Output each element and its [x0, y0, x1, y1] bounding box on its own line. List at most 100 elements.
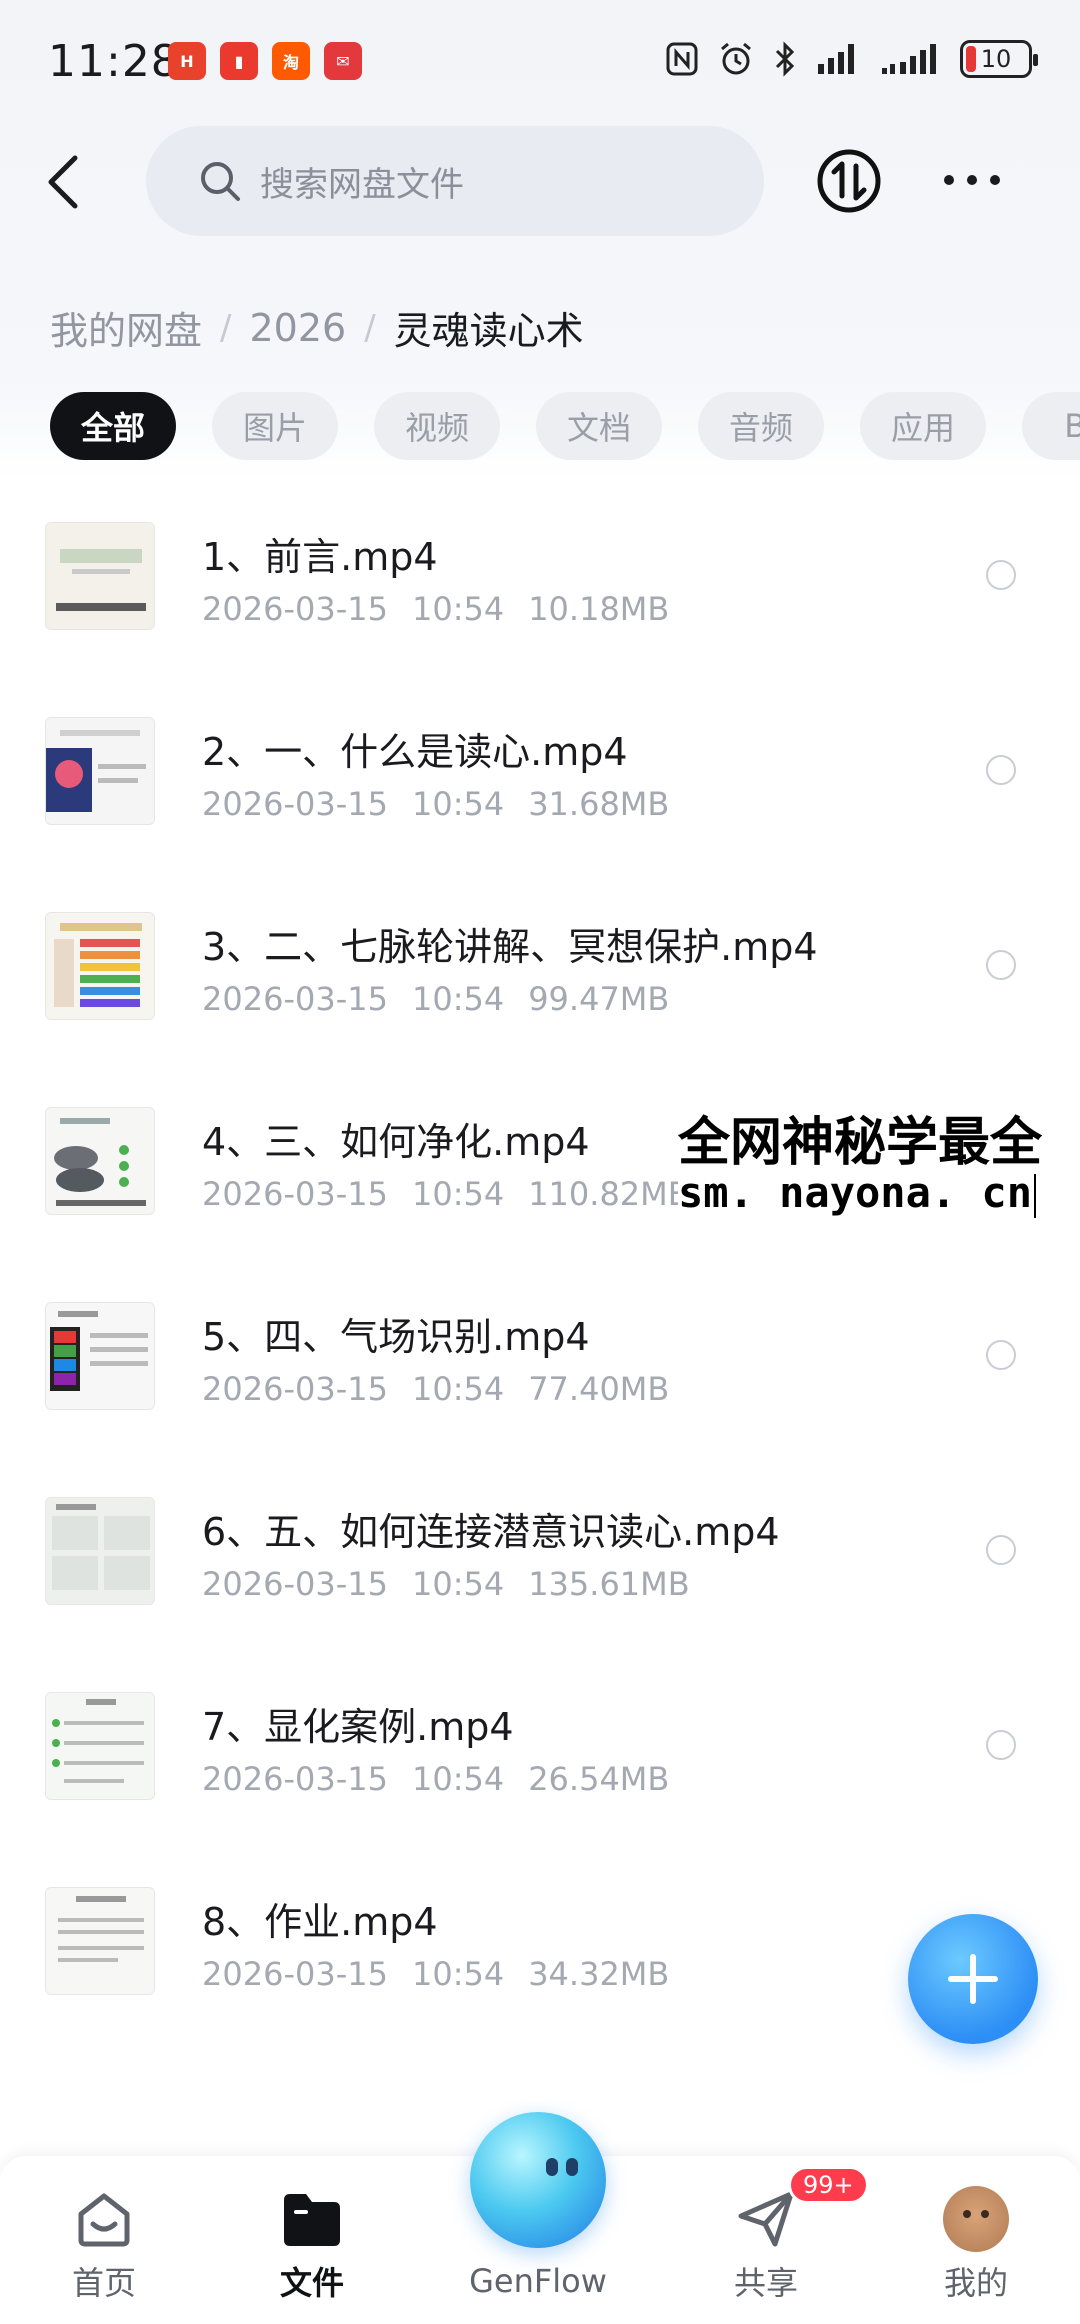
select-checkbox[interactable] — [986, 755, 1016, 785]
nav-me-label: 我的 — [943, 2264, 1008, 2302]
send-icon — [733, 2186, 799, 2252]
select-checkbox[interactable] — [986, 1535, 1016, 1565]
filter-chip-images[interactable]: 图片 — [212, 392, 338, 460]
search-placeholder: 搜索网盘文件 — [260, 164, 464, 205]
status-time: 11:28 — [48, 36, 180, 87]
file-date: 2026-03-15 — [202, 590, 388, 628]
video-thumbnail — [45, 1107, 155, 1215]
file-date: 2026-03-15 — [202, 980, 388, 1018]
filter-bar: 全部 图片 视频 文档 音频 应用 BT — [50, 392, 1080, 462]
filter-chip-all[interactable]: 全部 — [50, 392, 176, 460]
filter-chip-audio[interactable]: 音频 — [698, 392, 824, 460]
file-time: 10:54 — [411, 1955, 505, 1993]
file-time: 10:54 — [411, 1760, 505, 1798]
nav-home[interactable]: 首页 — [24, 2186, 184, 2316]
battery-app-icon: ▮ — [220, 42, 258, 80]
avatar-icon — [943, 2186, 1009, 2252]
select-checkbox[interactable] — [986, 560, 1016, 590]
search-input[interactable]: 搜索网盘文件 — [146, 126, 764, 236]
file-row[interactable]: 3、二、七脉轮讲解、冥想保护.mp4 2026-03-15 10:54 99.47M… — [0, 888, 1080, 1083]
transfer-list-button[interactable] — [816, 148, 882, 214]
video-thumbnail — [45, 1887, 155, 1995]
status-bar: 11:28 H ▮ 淘 ✉ 10 — [0, 0, 1080, 120]
file-date: 2026-03-15 — [202, 1565, 388, 1603]
video-thumbnail — [45, 522, 155, 630]
file-size: 10.18MB — [528, 590, 670, 628]
file-date: 2026-03-15 — [202, 1175, 388, 1213]
select-checkbox[interactable] — [986, 1730, 1016, 1760]
mail-app-icon: ✉ — [324, 42, 362, 80]
signal-2-icon — [880, 42, 940, 76]
select-checkbox[interactable] — [986, 1340, 1016, 1370]
breadcrumb-year[interactable]: 2026 — [249, 306, 346, 350]
watermark-title: 全网神秘学最全 — [678, 1113, 1043, 1173]
chevron-left-icon — [48, 155, 78, 209]
file-meta: 2026-03-15 10:54 10.18MB — [202, 590, 693, 628]
file-size: 99.47MB — [528, 980, 670, 1018]
signal-icon — [816, 42, 860, 76]
share-notification-badge: 99+ — [788, 2166, 869, 2204]
file-time: 10:54 — [411, 1565, 505, 1603]
more-icon — [944, 175, 954, 185]
genflow-eye-icon — [566, 2158, 578, 2176]
nav-files[interactable]: 文件 — [232, 2186, 392, 2316]
breadcrumb-separator: / — [220, 307, 232, 348]
genflow-button[interactable] — [470, 2112, 606, 2248]
file-name: 4、三、如何净化.mp4 — [202, 1120, 590, 1164]
file-date: 2026-03-15 — [202, 1955, 388, 1993]
back-button[interactable] — [38, 150, 86, 214]
file-time: 10:54 — [411, 785, 505, 823]
battery-icon: 10 — [960, 40, 1038, 78]
file-time: 10:54 — [411, 590, 505, 628]
system-icons: 10 — [666, 40, 1038, 78]
nav-me[interactable]: 我的 — [896, 2186, 1056, 2316]
file-meta: 2026-03-15 10:54 26.54MB — [202, 1760, 693, 1798]
filter-chip-docs[interactable]: 文档 — [536, 392, 662, 460]
select-checkbox[interactable] — [986, 950, 1016, 980]
video-thumbnail — [45, 912, 155, 1020]
file-date: 2026-03-15 — [202, 785, 388, 823]
filter-chip-bt[interactable]: BT — [1022, 392, 1080, 460]
breadcrumb: 我的网盘 / 2026 / 灵魂读心术 — [50, 300, 584, 355]
breadcrumb-current: 灵魂读心术 — [393, 309, 584, 353]
file-row[interactable]: 6、五、如何连接潜意识读心.mp4 2026-03-15 10:54 135.61M… — [0, 1473, 1080, 1668]
watermark-url-text: sm. nayona. cn — [678, 1168, 1033, 1217]
file-name: 6、五、如何连接潜意识读心.mp4 — [202, 1510, 780, 1554]
file-meta: 2026-03-15 10:54 135.61MB — [202, 1565, 714, 1603]
file-list: 1、前言.mp4 2026-03-15 10:54 10.18MB 2、一、什么是读… — [0, 498, 1080, 2058]
more-options-button[interactable] — [944, 160, 1000, 200]
file-date: 2026-03-15 — [202, 1760, 388, 1798]
folder-icon — [279, 2186, 345, 2252]
file-row[interactable]: 2、一、什么是读心.mp4 2026-03-15 10:54 31.68MB — [0, 693, 1080, 888]
battery-level: 10 — [980, 45, 1012, 73]
file-size: 26.54MB — [528, 1760, 670, 1798]
genflow-eye-icon — [546, 2158, 558, 2176]
file-size: 135.61MB — [528, 1565, 690, 1603]
huawei-icon: H — [168, 42, 206, 80]
file-row[interactable]: 5、四、气场识别.mp4 2026-03-15 10:54 77.40MB — [0, 1278, 1080, 1473]
file-meta: 2026-03-15 10:54 34.32MB — [202, 1955, 693, 1993]
add-button[interactable] — [908, 1914, 1038, 2044]
file-name: 2、一、什么是读心.mp4 — [202, 730, 628, 774]
file-size: 31.68MB — [528, 785, 670, 823]
filter-chip-apps[interactable]: 应用 — [860, 392, 986, 460]
file-name: 1、前言.mp4 — [202, 535, 438, 579]
file-row[interactable]: 1、前言.mp4 2026-03-15 10:54 10.18MB — [0, 498, 1080, 693]
file-meta: 2026-03-15 10:54 110.82MB — [202, 1175, 714, 1213]
nav-share[interactable]: 共享 — [686, 2186, 846, 2316]
bluetooth-icon — [774, 41, 796, 77]
text-cursor — [1034, 1173, 1037, 1218]
file-name: 3、二、七脉轮讲解、冥想保护.mp4 — [202, 925, 818, 969]
file-name: 5、四、气场识别.mp4 — [202, 1315, 590, 1359]
file-name: 7、显化案例.mp4 — [202, 1705, 514, 1749]
nav-files-label: 文件 — [279, 2264, 344, 2302]
file-row[interactable]: 7、显化案例.mp4 2026-03-15 10:54 26.54MB — [0, 1668, 1080, 1863]
file-date: 2026-03-15 — [202, 1370, 388, 1408]
file-meta: 2026-03-15 10:54 77.40MB — [202, 1370, 693, 1408]
notification-icons: H ▮ 淘 ✉ — [168, 42, 362, 80]
watermark-overlay: 全网神秘学最全 sm. nayona. cn — [678, 1100, 1080, 1230]
breadcrumb-root[interactable]: 我的网盘 — [50, 300, 202, 355]
alarm-icon — [718, 41, 754, 77]
video-thumbnail — [45, 1302, 155, 1410]
filter-chip-videos[interactable]: 视频 — [374, 392, 500, 460]
